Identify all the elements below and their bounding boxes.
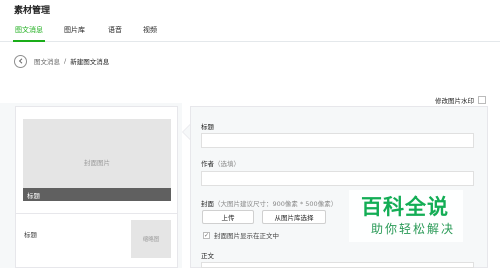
- breadcrumb-current: 新建图文消息: [70, 58, 110, 66]
- brand-watermark-main: 百科全说: [361, 195, 449, 219]
- choose-from-library-button[interactable]: 从图片库选择: [262, 210, 326, 224]
- tab-voice[interactable]: 语音: [108, 25, 122, 35]
- cover-image-placeholder: 封面图片 标题: [23, 119, 171, 201]
- brand-watermark-logo: 百科全说 助你轻松解决: [349, 190, 463, 242]
- active-tab-indicator: [13, 40, 45, 42]
- author-hint: （选填）: [214, 160, 240, 168]
- tab-bar: 图文消息 图片库 语音 视频: [0, 18, 500, 42]
- body-editor-toolbar[interactable]: [201, 262, 474, 268]
- thumbnail-placeholder: 缩略图: [131, 220, 171, 258]
- title-label: 标题: [201, 123, 214, 131]
- page-title: 素材管理: [14, 6, 51, 16]
- body-label: 正文: [201, 252, 214, 260]
- thumbnail-placeholder-text: 缩略图: [142, 237, 160, 243]
- author-label-text: 作者: [201, 160, 214, 168]
- article-card-main[interactable]: 封面图片 标题: [15, 106, 178, 214]
- title-input[interactable]: [201, 133, 474, 148]
- cover-size-hint: （大图片建议尺寸：900像素 * 500像素）: [214, 200, 338, 208]
- watermark-setting: 修改图片水印: [435, 95, 486, 105]
- show-cover-in-body-option[interactable]: ✓ 封面图片显示在正文中: [203, 230, 279, 240]
- cover-label: 封面（大图片建议尺寸：900像素 * 500像素）: [201, 198, 337, 208]
- tab-image-library[interactable]: 图片库: [64, 25, 85, 35]
- watermark-checkbox[interactable]: [478, 96, 486, 104]
- sub-article-title: 标题: [24, 231, 37, 239]
- author-input[interactable]: [201, 171, 474, 186]
- brand-watermark-sub: 助你轻松解决: [371, 222, 456, 236]
- cover-label-text: 封面: [201, 200, 214, 208]
- cover-title: 标题: [27, 192, 40, 200]
- article-card-sub[interactable]: 标题 缩略图: [15, 214, 178, 268]
- author-label: 作者（选填）: [201, 158, 240, 168]
- show-cover-in-body-label: 封面图片显示在正文中: [214, 232, 279, 240]
- tab-video[interactable]: 视频: [143, 25, 157, 35]
- cover-title-bar: 标题: [23, 188, 171, 201]
- article-editor: [190, 106, 488, 268]
- back-button[interactable]: [14, 54, 27, 68]
- checkbox-checked-icon[interactable]: ✓: [203, 231, 210, 239]
- editor-pointer-fill: [183, 125, 190, 139]
- watermark-label: 修改图片水印: [435, 97, 474, 105]
- breadcrumb-parent-link[interactable]: 图文消息: [34, 56, 60, 66]
- breadcrumb-separator: /: [64, 57, 67, 65]
- upload-button[interactable]: 上传: [202, 210, 254, 224]
- breadcrumb: 图文消息 / 新建图文消息: [14, 54, 109, 68]
- cover-placeholder-text: 封面图片: [84, 159, 110, 167]
- tab-news[interactable]: 图文消息: [15, 25, 43, 35]
- chevron-left-icon: [18, 58, 22, 64]
